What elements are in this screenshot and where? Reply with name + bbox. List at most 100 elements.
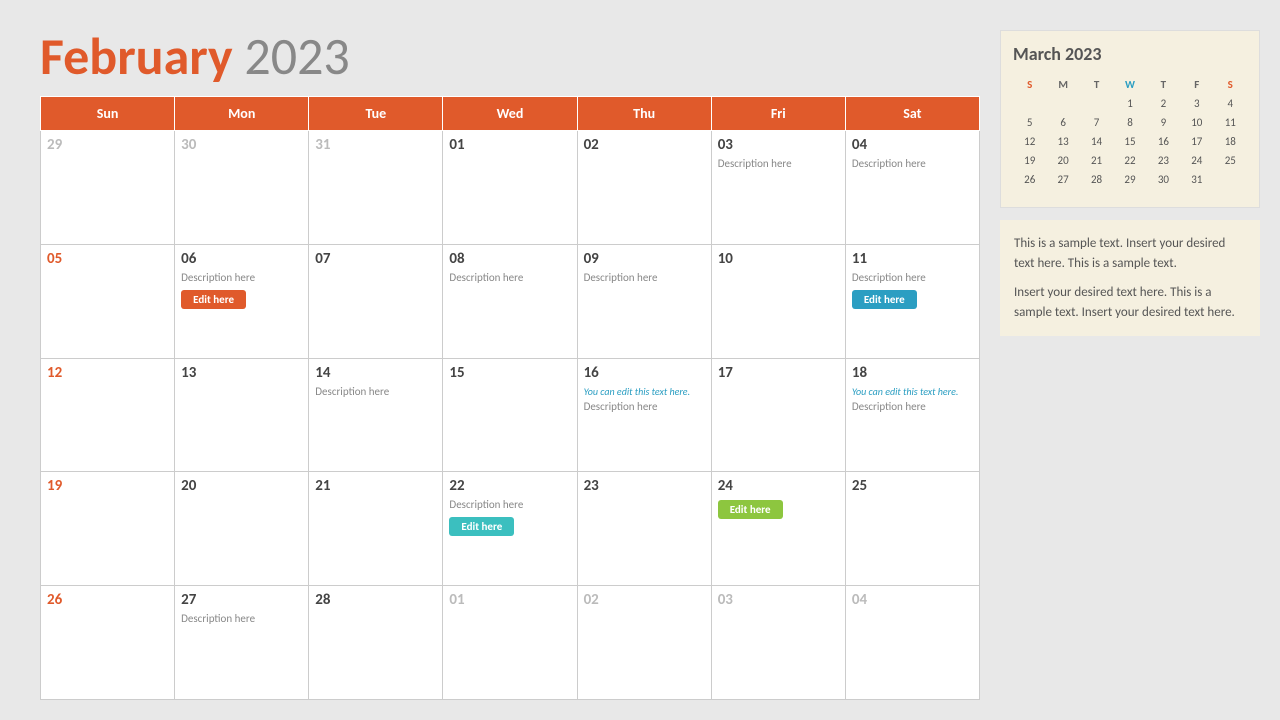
cal-cell: 16You can edit this text here.Descriptio… — [577, 358, 711, 472]
mini-cal-day: 13 — [1046, 132, 1079, 151]
mini-cal-header: S — [1214, 75, 1247, 94]
mini-cal-table: SMTWTFS 12345678910111213141516171819202… — [1013, 75, 1247, 195]
you-can-edit-text: You can edit this text here. — [852, 385, 973, 398]
mini-cal-day: 2 — [1147, 94, 1180, 113]
mini-cal-day: 11 — [1214, 113, 1247, 132]
edit-button[interactable]: Edit here — [181, 290, 246, 309]
cal-cell: 24 Edit here — [711, 472, 845, 586]
cal-cell: 01 — [443, 131, 577, 245]
mini-cal-title: March 2023 — [1013, 43, 1247, 65]
day-number: 22 — [449, 477, 570, 495]
mini-cal-day: 24 — [1180, 151, 1213, 170]
day-number: 03 — [718, 591, 839, 609]
mini-cal-day — [1013, 189, 1046, 195]
cal-cell: 29 — [41, 131, 175, 245]
description-text: Description here — [852, 400, 973, 413]
day-number: 20 — [181, 477, 302, 495]
day-number: 17 — [718, 364, 839, 382]
cal-cell: 28 — [309, 586, 443, 700]
day-number: 02 — [584, 136, 705, 154]
mini-cal-day — [1080, 94, 1113, 113]
day-number: 01 — [449, 591, 570, 609]
day-number: 24 — [718, 477, 839, 495]
mini-cal-day: 12 — [1013, 132, 1046, 151]
cal-cell: 08Description here — [443, 244, 577, 358]
mini-cal-header: T — [1080, 75, 1113, 94]
cal-header-wed: Wed — [443, 97, 577, 131]
cal-cell: 27Description here — [175, 586, 309, 700]
cal-cell: 18 You can edit this text here. Descriptio… — [845, 358, 979, 472]
cal-cell: 14Description here — [309, 358, 443, 472]
day-number: 19 — [47, 477, 168, 495]
cal-cell: 30 — [175, 131, 309, 245]
description-text: Description here — [584, 271, 705, 284]
mini-cal-day — [1214, 170, 1247, 189]
mini-cal-day — [1080, 189, 1113, 195]
day-number: 08 — [449, 250, 570, 268]
mini-cal-day: 19 — [1013, 151, 1046, 170]
mini-cal-header: F — [1180, 75, 1213, 94]
mini-cal-day: 5 — [1013, 113, 1046, 132]
mini-cal-day: 17 — [1180, 132, 1213, 151]
mini-cal-day — [1180, 189, 1213, 195]
mini-cal-day: 6 — [1046, 113, 1079, 132]
edit-button[interactable]: Edit here — [852, 290, 917, 309]
mini-cal-header: M — [1046, 75, 1079, 94]
day-number: 04 — [852, 136, 973, 154]
mini-cal-day: 18 — [1214, 132, 1247, 151]
mini-cal-day: 8 — [1113, 113, 1146, 132]
mini-cal-header: W — [1113, 75, 1146, 94]
cal-cell: 04 Description here — [845, 131, 979, 245]
day-number: 30 — [181, 136, 302, 154]
description-text: Description here — [852, 157, 973, 170]
description-text: Description here — [584, 400, 705, 413]
mini-cal-day: 31 — [1180, 170, 1213, 189]
cal-cell: 07 — [309, 244, 443, 358]
mini-cal-header: T — [1147, 75, 1180, 94]
day-number: 29 — [47, 136, 168, 154]
day-number: 06 — [181, 250, 302, 268]
edit-button[interactable]: Edit here — [449, 517, 514, 536]
day-number: 02 — [584, 591, 705, 609]
mini-cal-day: 29 — [1113, 170, 1146, 189]
mini-cal-day: 9 — [1147, 113, 1180, 132]
main-title: February 2023 — [40, 30, 980, 82]
day-number: 31 — [315, 136, 436, 154]
mini-cal-day: 4 — [1214, 94, 1247, 113]
cal-cell: 05 — [41, 244, 175, 358]
edit-button[interactable]: Edit here — [718, 500, 783, 519]
cal-header-thu: Thu — [577, 97, 711, 131]
day-number: 27 — [181, 591, 302, 609]
cal-cell: 10 — [711, 244, 845, 358]
description-text: Description here — [718, 157, 839, 170]
mini-cal-day: 15 — [1113, 132, 1146, 151]
sidebar-text-2: Insert your desired text here. This is a… — [1014, 283, 1246, 322]
cal-cell: 20 — [175, 472, 309, 586]
day-number: 18 — [852, 364, 973, 382]
mini-cal-day — [1113, 189, 1146, 195]
cal-header-tue: Tue — [309, 97, 443, 131]
cal-header-sat: Sat — [845, 97, 979, 131]
day-number: 15 — [449, 364, 570, 382]
cal-cell: 01 — [443, 586, 577, 700]
sidebar-text-box: This is a sample text. Insert your desir… — [1000, 220, 1260, 336]
day-number: 12 — [47, 364, 168, 382]
mini-cal-day — [1214, 189, 1247, 195]
cal-cell: 11Description hereEdit here — [845, 244, 979, 358]
cal-cell: 13 — [175, 358, 309, 472]
cal-cell: 06Description hereEdit here — [175, 244, 309, 358]
day-number: 01 — [449, 136, 570, 154]
day-number: 14 — [315, 364, 436, 382]
cal-header-mon: Mon — [175, 97, 309, 131]
cal-cell: 03 — [711, 586, 845, 700]
mini-cal-day — [1013, 94, 1046, 113]
cal-cell: 09Description here — [577, 244, 711, 358]
cal-cell: 21 — [309, 472, 443, 586]
cal-header-fri: Fri — [711, 97, 845, 131]
mini-cal-day: 14 — [1080, 132, 1113, 151]
description-text: Description here — [852, 271, 973, 284]
day-number: 13 — [181, 364, 302, 382]
day-number: 25 — [852, 477, 973, 495]
cal-cell: 19 — [41, 472, 175, 586]
mini-cal-day: 1 — [1113, 94, 1146, 113]
